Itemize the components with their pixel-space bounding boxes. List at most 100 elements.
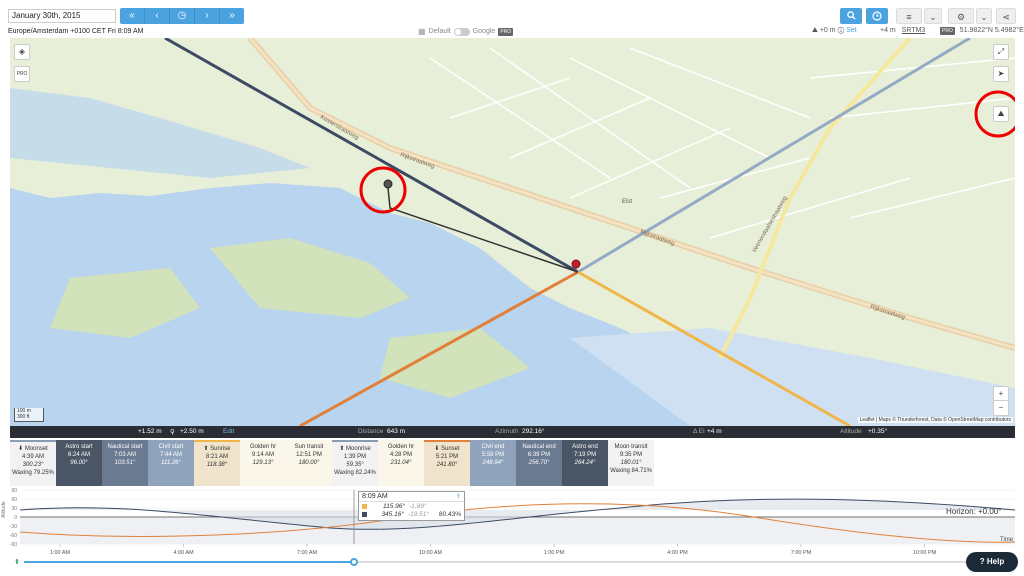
event-tile[interactable]: Golden hr 9:14 AM 129.13° [240,440,286,486]
layers-icon: ◈ [18,47,26,56]
date-nav-group: « ‹ ◷ › » [120,8,244,24]
slider-track [354,561,1004,563]
locate-button[interactable]: ➤ [993,66,1009,82]
elevation-source[interactable]: SRTM3 [902,27,926,34]
prev-day-fast-button[interactable]: « [120,8,145,24]
layers-button[interactable]: ◈ [14,44,30,60]
clock-button[interactable] [866,8,888,24]
event-tile[interactable]: Astro start 6:24 AM 96.00° [56,440,102,486]
settings-button[interactable]: ⚙ [948,8,974,24]
event-time: 7:03 AM [113,452,136,458]
elevation: +4 m SRTM3 [880,27,925,34]
event-angle: 180.00° [298,460,320,466]
observer-marker [571,259,581,269]
event-tile[interactable]: Nautical start 7:03 AM 103.51° [102,440,148,486]
x-tick-label: 1:00 AM [50,550,71,556]
event-time: 7:19 PM [573,452,597,458]
y-tick-label: 90 [11,488,17,494]
settings-dropdown-button[interactable]: ⌄ [976,8,992,24]
zoom-out-button[interactable]: − [993,400,1009,416]
chevron-down-icon: ⌄ [980,12,988,22]
moon-illumination: 80.43% [438,511,461,518]
event-name: ⬆ Sunrise [203,446,231,452]
event-name: ⬇ Moonset [18,446,48,452]
map-switch[interactable] [453,27,470,36]
azimuth-value: 292.16° [522,428,545,435]
water-area [10,88,310,178]
date-input[interactable]: January 30th, 2015 [8,9,116,23]
sunrise-marker-icon: ⬆ [14,559,20,566]
event-name: Moon transit [614,444,648,450]
event-name: Golden hr [249,444,277,450]
event-tile[interactable]: ⬆ Sunrise 8:21 AM 118.38° [194,440,240,486]
search-button[interactable] [840,8,862,24]
pin-tool-button[interactable]: ⛰ [993,106,1009,122]
event-tile[interactable]: ⬇ Sunset 5:21 PM 241.80° [424,440,470,486]
highlight-circle-target [359,166,407,214]
pro-layer-button[interactable]: PRO [14,66,30,82]
event-tile[interactable]: Astro end 7:19 PM 264.24° [562,440,608,486]
edit-link[interactable]: Edit [223,428,234,435]
coords-value[interactable]: 51.9822°N 5.4982°E [960,27,1024,34]
elevation-pin-icon: ⛰ [997,109,1005,118]
event-tile[interactable]: Civil end 5:58 PM 248.94° [470,440,516,486]
event-angle: 96.00° [70,460,88,466]
elevation-delta-label: Δ El [693,428,705,435]
gear-icon: ⚙ [956,12,966,22]
tooltip-moon-row: 345.16° -19.51° 80.43% [359,511,464,518]
tooltip-time: 8:09 AM [359,492,464,502]
timezone-label: Europe/Amsterdam +0100 CET Fri 8:09 AM [8,28,144,35]
share-icon: ⋖ [1002,12,1010,22]
events-strip: ⬇ Moonset 4:39 AM 300.23° Waxing 79.25% Astr… [10,440,660,486]
x-tick-label: 7:00 PM [791,550,812,556]
event-angle: 231.04° [390,460,412,466]
x-tick-label: 1:00 PM [544,550,565,556]
slider-thumb[interactable] [350,558,358,566]
pro-badge: PRO [498,27,514,36]
distance-value: 643 m [387,428,406,435]
prev-day-button[interactable]: ‹ [145,8,170,24]
next-day-button[interactable]: › [195,8,220,24]
help-button[interactable]: ? Help [966,552,1018,572]
list-menu-button[interactable]: ≡ [896,8,922,24]
event-extra: Waxing 79.25% [12,470,54,476]
event-time: 8:21 AM [205,454,228,460]
event-angle: 300.23° [22,462,44,468]
map-canvas[interactable]: Rijkstraatweg Rijkstraatweg Rijkstraatwe… [10,38,1015,426]
event-tile[interactable]: Nautical end 6:39 PM 256.70° [516,440,562,486]
pin-icon[interactable]: ⫯ [457,493,460,501]
map-type-toggle[interactable]: ▦ Default Google PRO [418,27,514,36]
street-label: Rijkstraatweg [869,304,905,321]
altitude-graph[interactable]: 90 60 30 0 -30 -60 -90 Altitude 1:00 AM 4:00 AM… [0,488,1024,556]
info-bar: +1.52 m ⚲ +2.50 m Edit Distance 643 m Az… [10,426,1015,438]
share-button[interactable]: ⋖ [996,8,1016,24]
event-angle: 256.70° [528,460,550,466]
list-dropdown-button[interactable]: ⌄ [924,8,942,24]
event-name: Nautical start [107,444,143,450]
event-tile[interactable]: Moon transit 9:35 PM 180.01° Waxing 84.71% [608,440,654,486]
map-attribution[interactable]: Leaflet | Maps © Thunderforest, Data © O… [857,417,1013,423]
now-clock-button[interactable]: ◷ [170,8,195,24]
y-tick-label: -60 [10,533,17,539]
event-tile[interactable]: Sun transit 12:51 PM 180.00° [286,440,332,486]
next-day-fast-button[interactable]: » [220,8,244,24]
event-name: Sun transit [294,444,324,450]
event-angle: 248.94° [482,460,504,466]
event-name: Astro start [65,444,93,450]
event-tile[interactable]: Golden hr 4:28 PM 231.04° [378,440,424,486]
event-tile[interactable]: ⬇ Moonset 4:39 AM 300.23° Waxing 79.25% [10,440,56,486]
moon-altitude: -19.51° [407,511,429,518]
event-tile[interactable]: ⬆ Moonrise 1:39 PM 59.35° Waxing 82.24% [332,440,378,486]
event-time: 4:28 PM [389,452,413,458]
fullscreen-icon: ⤢ [997,47,1005,56]
x-tick-label: 4:00 PM [667,550,688,556]
time-slider[interactable]: ⬆ [10,558,1015,566]
set-link[interactable]: Set [846,27,857,34]
x-tick-label: 10:00 AM [419,550,443,556]
fullscreen-button[interactable]: ⤢ [993,44,1009,60]
event-angle: 111.26° [161,460,181,466]
below-horizon-area [20,517,1015,544]
event-tile[interactable]: Civil start 7:44 AM 111.26° [148,440,194,486]
x-tick-label: 4:00 AM [173,550,194,556]
event-time: 12:51 PM [296,452,322,458]
